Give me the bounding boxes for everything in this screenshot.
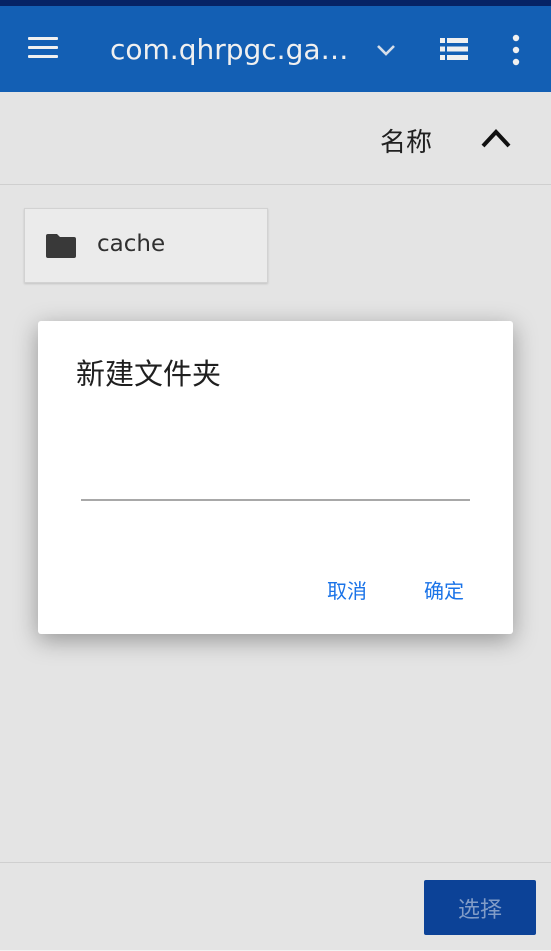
new-folder-dialog: 新建文件夹 取消 确定 <box>38 321 513 634</box>
cancel-button[interactable]: 取消 <box>327 575 367 604</box>
ok-button[interactable]: 确定 <box>424 575 464 604</box>
dialog-title: 新建文件夹 <box>76 357 222 391</box>
folder-name-input[interactable] <box>81 461 470 501</box>
